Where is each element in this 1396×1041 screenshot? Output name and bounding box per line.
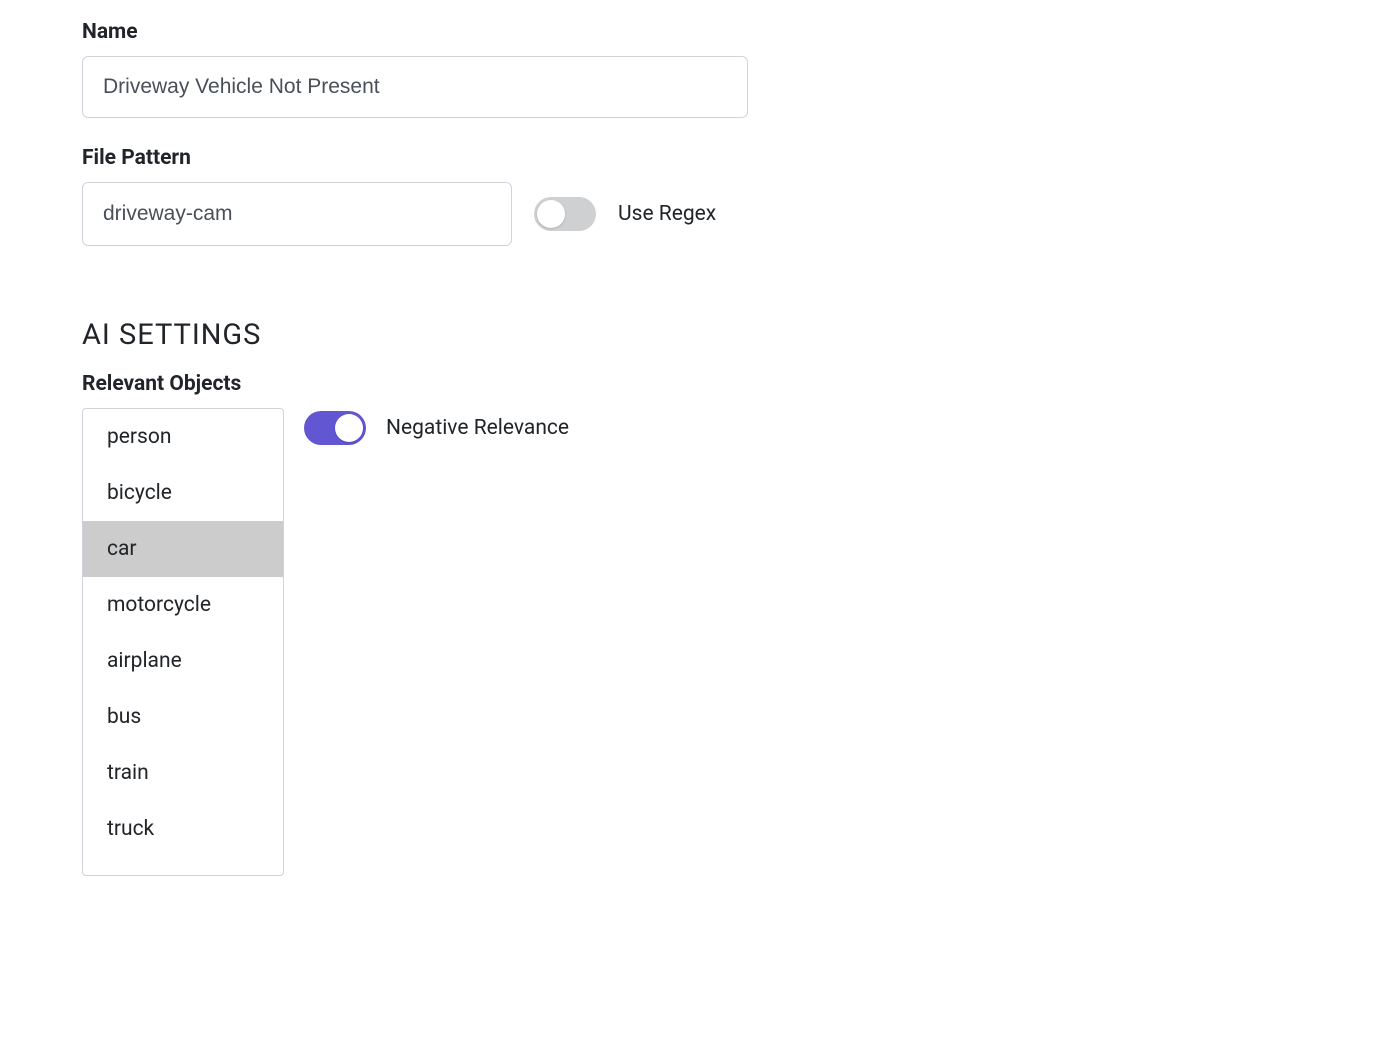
negative-relevance-label: Negative Relevance	[386, 416, 569, 440]
use-regex-label: Use Regex	[618, 202, 716, 226]
list-item[interactable]: airplane	[83, 633, 283, 689]
use-regex-toggle[interactable]	[534, 197, 596, 231]
list-item[interactable]: truck	[83, 801, 283, 857]
toggle-knob	[335, 414, 363, 442]
toggle-knob	[537, 200, 565, 228]
list-item[interactable]: train	[83, 745, 283, 801]
ai-settings-heading: AI SETTINGS	[82, 318, 1396, 352]
name-label: Name	[82, 20, 1396, 44]
list-item[interactable]: bus	[83, 689, 283, 745]
negative-relevance-toggle[interactable]	[304, 411, 366, 445]
list-item[interactable]: bicycle	[83, 465, 283, 521]
file-pattern-label: File Pattern	[82, 146, 1396, 170]
relevant-objects-label: Relevant Objects	[82, 372, 1396, 396]
list-item[interactable]: motorcycle	[83, 577, 283, 633]
list-item[interactable]: person	[83, 409, 283, 465]
list-item[interactable]: car	[83, 521, 283, 577]
file-pattern-input[interactable]	[82, 182, 512, 246]
name-input[interactable]	[82, 56, 748, 118]
relevant-objects-listbox[interactable]: personbicyclecarmotorcycleairplanebustra…	[82, 408, 284, 876]
